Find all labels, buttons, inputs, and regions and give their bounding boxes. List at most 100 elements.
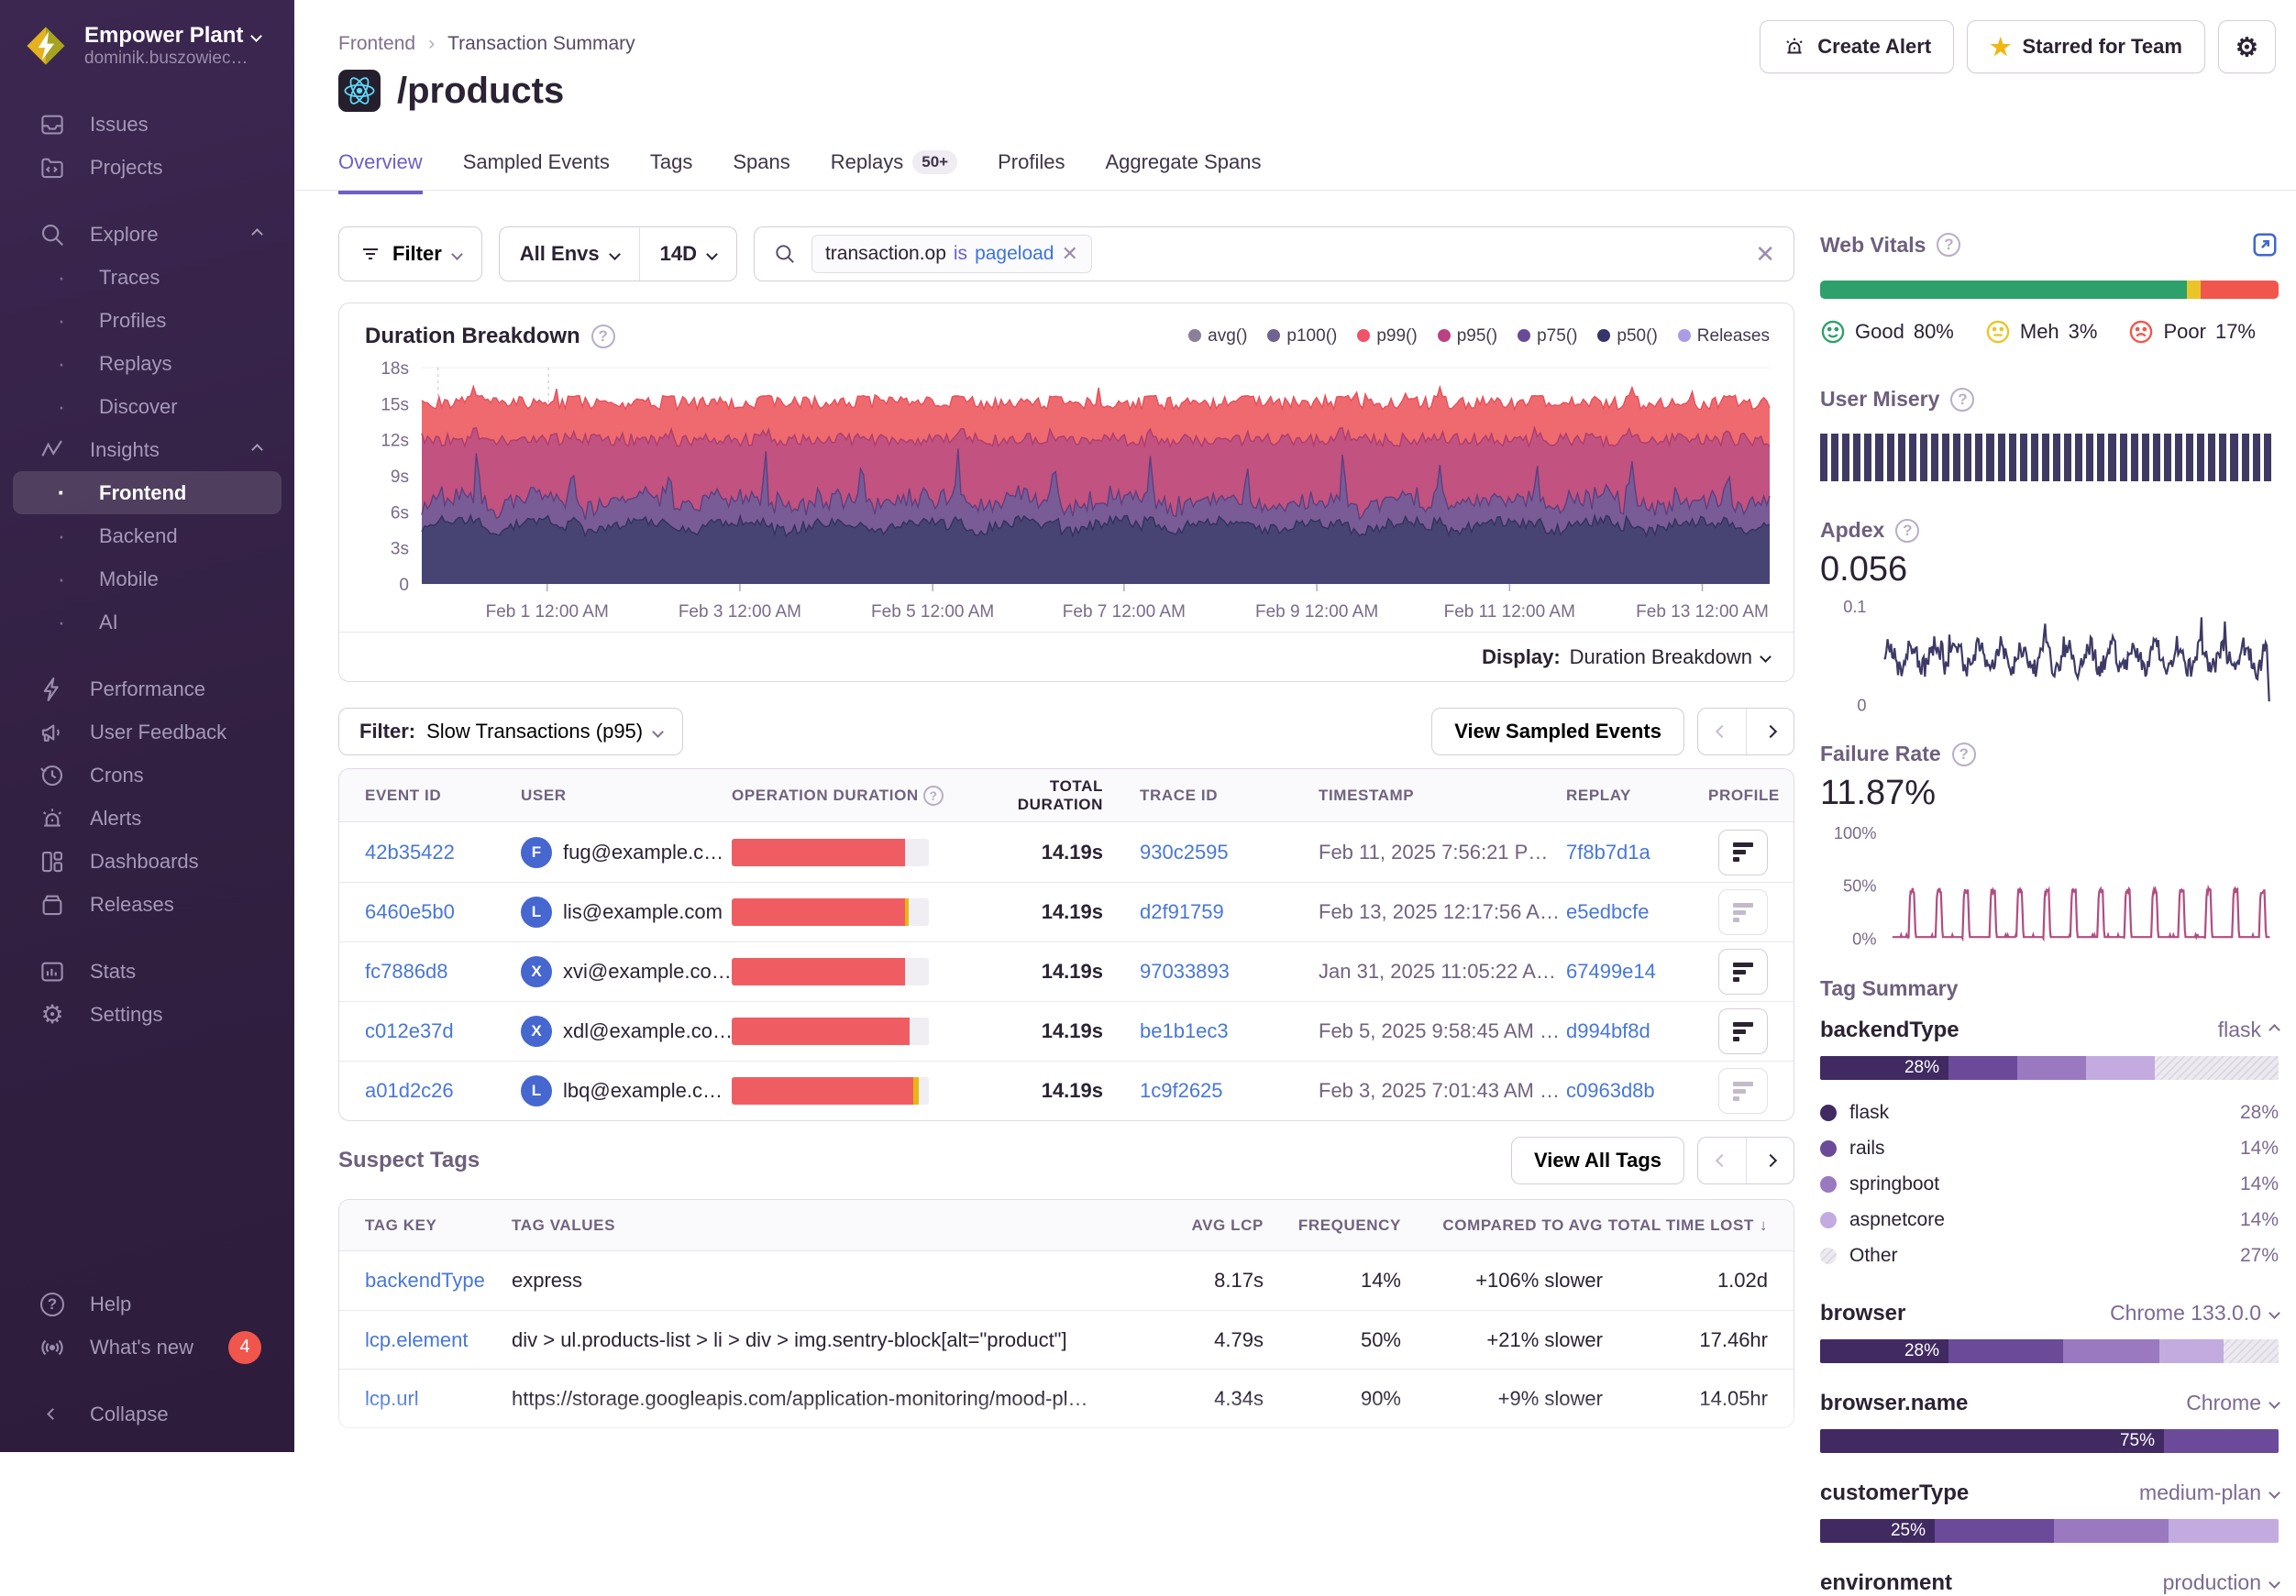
prev-page-button[interactable] bbox=[1698, 1138, 1746, 1183]
sidebar-item-user-feedback[interactable]: User Feedback bbox=[13, 710, 281, 754]
sidebar-item-ai[interactable]: ·AI bbox=[13, 600, 281, 644]
sidebar-item-mobile[interactable]: ·Mobile bbox=[13, 557, 281, 600]
tab-tags[interactable]: Tags bbox=[650, 150, 692, 194]
replay-link[interactable]: d994bf8d bbox=[1566, 1019, 1708, 1043]
sidebar-item-stats[interactable]: Stats bbox=[13, 950, 281, 993]
date-range-selector[interactable]: 14D bbox=[639, 227, 736, 281]
next-page-button[interactable] bbox=[1746, 709, 1794, 754]
legend-p75[interactable]: p75() bbox=[1518, 326, 1577, 347]
sidebar-item-dashboards[interactable]: Dashboards bbox=[13, 840, 281, 883]
tag-value-selector[interactable]: medium-plan bbox=[2139, 1480, 2279, 1505]
tab-aggregate-spans[interactable]: Aggregate Spans bbox=[1105, 150, 1261, 194]
event-id-link[interactable]: fc7886d8 bbox=[365, 960, 521, 984]
tab-overview[interactable]: Overview bbox=[338, 150, 423, 194]
help-icon[interactable]: ? bbox=[1937, 233, 1960, 257]
sort-desc-icon[interactable]: ↓ bbox=[1760, 1216, 1768, 1235]
trace-id-link[interactable]: 97033893 bbox=[1140, 960, 1319, 984]
sidebar-item-backend[interactable]: ·Backend bbox=[13, 514, 281, 557]
sidebar-item-releases[interactable]: Releases bbox=[13, 883, 281, 926]
sidebar-group-insights[interactable]: Insights bbox=[13, 428, 281, 471]
help-icon[interactable]: ? bbox=[591, 325, 615, 348]
trace-id-link[interactable]: 930c2595 bbox=[1140, 841, 1319, 864]
display-selector[interactable]: Display: Duration Breakdown bbox=[339, 632, 1794, 681]
legend-releases[interactable]: Releases bbox=[1678, 326, 1770, 347]
profile-button[interactable] bbox=[1718, 949, 1768, 995]
trace-id-link[interactable]: d2f91759 bbox=[1140, 900, 1319, 924]
list-item[interactable]: aspnetcore14% bbox=[1820, 1202, 2279, 1238]
environment-selector[interactable]: All Envs bbox=[500, 227, 639, 281]
legend-p99[interactable]: p99() bbox=[1357, 326, 1417, 347]
sidebar-item-projects[interactable]: Projects bbox=[13, 146, 281, 189]
help-icon[interactable]: ? bbox=[1952, 743, 1976, 766]
sidebar-item-traces[interactable]: ·Traces bbox=[13, 256, 281, 299]
legend-p50[interactable]: p50() bbox=[1597, 326, 1657, 347]
search-input[interactable]: transaction.op is pageload ✕ ✕ bbox=[754, 226, 1794, 281]
sidebar-item-whats-new[interactable]: What's new 4 bbox=[13, 1326, 281, 1369]
trace-id-link[interactable]: 1c9f2625 bbox=[1140, 1079, 1319, 1103]
sidebar-item-alerts[interactable]: Alerts bbox=[13, 797, 281, 840]
list-item[interactable]: flask28% bbox=[1820, 1095, 2279, 1130]
replay-link[interactable]: e5edbcfe bbox=[1566, 900, 1708, 924]
duration-breakdown-chart[interactable]: 03s6s9s12s15s18sFeb 1 12:00 AMFeb 3 12:0… bbox=[350, 357, 1781, 632]
search-clear-icon[interactable]: ✕ bbox=[1755, 240, 1775, 269]
tab-sampled-events[interactable]: Sampled Events bbox=[463, 150, 610, 194]
replay-link[interactable]: 67499e14 bbox=[1566, 960, 1708, 984]
sidebar-item-performance[interactable]: Performance bbox=[13, 667, 281, 710]
sidebar-item-discover[interactable]: ·Discover bbox=[13, 385, 281, 428]
create-alert-button[interactable]: Create Alert bbox=[1760, 20, 1954, 73]
replay-link[interactable]: c0963d8b bbox=[1566, 1079, 1708, 1103]
view-sampled-events-button[interactable]: View Sampled Events bbox=[1431, 708, 1684, 755]
sidebar-item-crons[interactable]: Crons bbox=[13, 754, 281, 797]
tab-spans[interactable]: Spans bbox=[733, 150, 789, 194]
open-in-new-icon[interactable] bbox=[2251, 231, 2279, 259]
tag-distribution-bar[interactable]: 75% bbox=[1820, 1429, 2279, 1453]
help-icon[interactable]: ? bbox=[1895, 519, 1919, 543]
breadcrumb-project[interactable]: Frontend bbox=[338, 33, 415, 55]
event-id-link[interactable]: 6460e5b0 bbox=[365, 900, 521, 924]
profile-button[interactable] bbox=[1718, 1068, 1768, 1114]
legend-p95[interactable]: p95() bbox=[1438, 326, 1497, 347]
tag-key-link[interactable]: lcp.url bbox=[365, 1387, 512, 1411]
tag-value-selector[interactable]: production bbox=[2163, 1570, 2279, 1595]
help-icon[interactable]: ? bbox=[923, 786, 944, 806]
filter-button[interactable]: Filter bbox=[338, 226, 482, 281]
event-id-link[interactable]: a01d2c26 bbox=[365, 1079, 521, 1103]
profile-button[interactable] bbox=[1718, 830, 1768, 875]
next-page-button[interactable] bbox=[1746, 1138, 1794, 1183]
sidebar-item-profiles[interactable]: ·Profiles bbox=[13, 299, 281, 342]
help-icon[interactable]: ? bbox=[1950, 388, 1974, 412]
tag-key-link[interactable]: lcp.element bbox=[365, 1328, 512, 1352]
replay-link[interactable]: 7f8b7d1a bbox=[1566, 841, 1708, 864]
profile-button[interactable] bbox=[1718, 889, 1768, 935]
transactions-filter-button[interactable]: Filter: Slow Transactions (p95) bbox=[338, 708, 683, 755]
view-all-tags-button[interactable]: View All Tags bbox=[1511, 1137, 1684, 1184]
org-switcher[interactable]: Empower Plant dominik.buszowiec… bbox=[0, 0, 294, 79]
legend-p100[interactable]: p100() bbox=[1267, 326, 1337, 347]
search-filter-chip[interactable]: transaction.op is pageload ✕ bbox=[811, 235, 1092, 273]
list-item[interactable]: Other27% bbox=[1820, 1238, 2279, 1273]
sidebar-item-frontend[interactable]: ·Frontend bbox=[13, 471, 281, 514]
tag-value-selector[interactable]: Chrome 133.0.0 bbox=[2110, 1301, 2279, 1326]
sidebar-collapse-button[interactable]: Collapse bbox=[13, 1392, 281, 1436]
list-item[interactable]: springboot14% bbox=[1820, 1166, 2279, 1202]
tag-value-selector[interactable]: flask bbox=[2218, 1018, 2279, 1042]
trace-id-link[interactable]: be1b1ec3 bbox=[1140, 1019, 1319, 1043]
list-item[interactable]: rails14% bbox=[1820, 1130, 2279, 1166]
tag-distribution-bar[interactable]: 25% bbox=[1820, 1519, 2279, 1543]
tab-profiles[interactable]: Profiles bbox=[998, 150, 1065, 194]
sidebar-group-explore[interactable]: Explore bbox=[13, 213, 281, 256]
event-id-link[interactable]: c012e37d bbox=[365, 1019, 521, 1043]
tag-key-link[interactable]: backendType bbox=[365, 1269, 512, 1293]
tag-value-selector[interactable]: Chrome bbox=[2186, 1391, 2279, 1415]
prev-page-button[interactable] bbox=[1698, 709, 1746, 754]
starred-for-team-button[interactable]: ★ Starred for Team bbox=[1967, 20, 2205, 73]
sidebar-item-settings[interactable]: ⚙ Settings bbox=[13, 993, 281, 1036]
tag-distribution-bar[interactable]: 28% bbox=[1820, 1056, 2279, 1080]
profile-button[interactable] bbox=[1718, 1008, 1768, 1054]
chip-remove-icon[interactable]: ✕ bbox=[1061, 242, 1077, 266]
event-id-link[interactable]: 42b35422 bbox=[365, 841, 521, 864]
sidebar-item-help[interactable]: ? Help bbox=[13, 1282, 281, 1326]
sidebar-item-replays[interactable]: ·Replays bbox=[13, 342, 281, 385]
sidebar-item-issues[interactable]: Issues bbox=[13, 103, 281, 146]
tab-replays[interactable]: Replays 50+ bbox=[831, 150, 957, 194]
